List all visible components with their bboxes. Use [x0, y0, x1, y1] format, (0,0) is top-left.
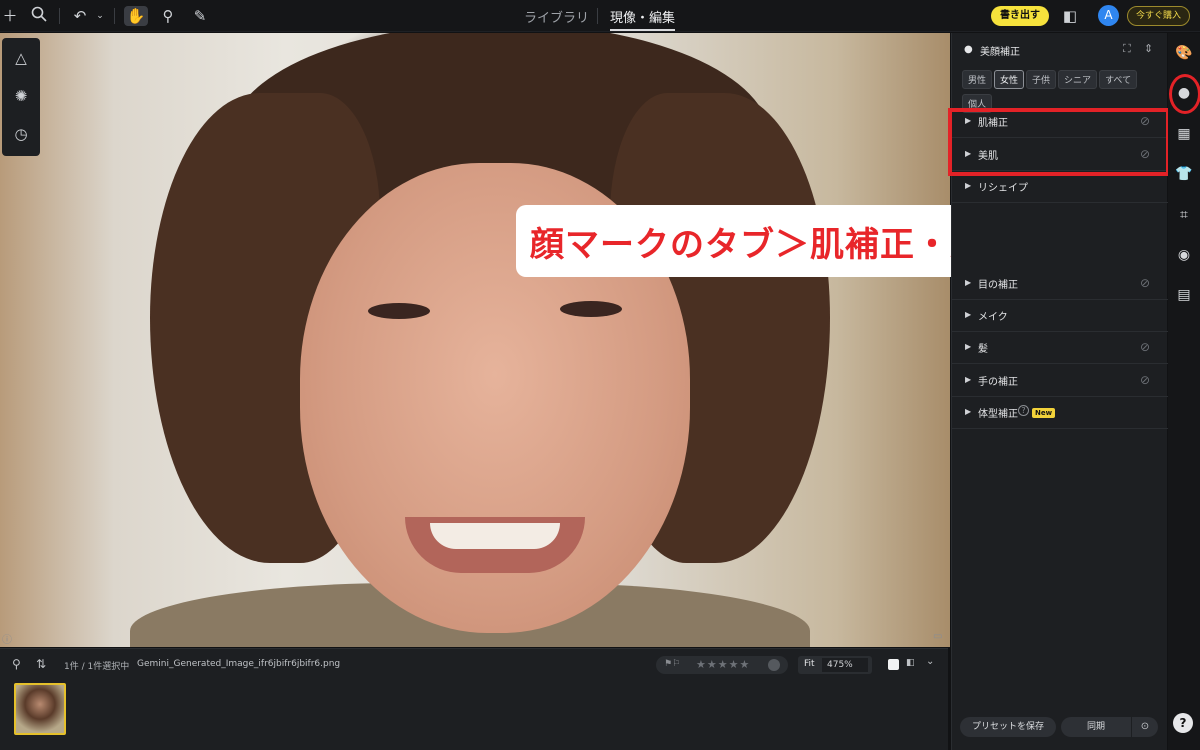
undo-icon[interactable]: ↶: [70, 6, 90, 26]
expand-arrow-icon: ▶: [965, 375, 972, 384]
expand-arrow-icon: ▶: [965, 181, 972, 190]
sync-button[interactable]: 同期: [1061, 717, 1131, 737]
toolbar-divider: [59, 8, 60, 24]
camera-icon[interactable]: ◉: [1174, 245, 1194, 265]
module-rail: 🎨 ● ▦ 👕 ⌗ ◉ ▤: [1168, 33, 1200, 750]
search-icon[interactable]: [29, 6, 49, 26]
chip-female[interactable]: 女性: [994, 70, 1025, 89]
expand-arrow-icon: ▶: [965, 407, 972, 416]
sync-options-icon[interactable]: ⊙: [1132, 717, 1158, 737]
chip-male[interactable]: 男性: [962, 70, 993, 89]
triangle-adjust-icon[interactable]: △: [11, 48, 31, 68]
section-label: 目の補正: [978, 280, 1018, 291]
section-makeup[interactable]: ▶ メイク: [952, 300, 1168, 332]
panel-footer: プリセットを保存 同期 ⊙: [952, 713, 1168, 750]
reset-icon[interactable]: ⊘: [1140, 276, 1150, 290]
highlight-box: [948, 108, 1170, 176]
chip-child[interactable]: 子供: [1026, 70, 1057, 89]
filter-icon[interactable]: ⚲: [12, 657, 21, 671]
chevron-down-icon[interactable]: ⌄: [926, 656, 934, 667]
section-label: 体型補正: [978, 409, 1018, 420]
section-label: リシェイプ: [978, 183, 1028, 194]
reject-icon[interactable]: [768, 659, 780, 671]
section-body-shape[interactable]: ▶ 体型補正 ? New: [952, 397, 1168, 429]
crop-icon[interactable]: ⌗: [1174, 205, 1194, 225]
filmstrip: ⚲ ⇅ 1件 / 1件選択中 Gemini_Generated_Image_if…: [0, 648, 948, 750]
callout-text: 顔マークのタブ＞肌補正・美肌: [530, 225, 1020, 265]
save-preset-button[interactable]: プリセットを保存: [960, 717, 1056, 737]
expand-arrow-icon: ▶: [965, 342, 972, 351]
toolbar-divider: [114, 8, 115, 24]
stamp-icon[interactable]: ⚲: [158, 6, 178, 26]
tab-library[interactable]: ライブラリ: [524, 7, 589, 26]
thumbnail[interactable]: [14, 683, 66, 735]
avatar[interactable]: A: [1098, 5, 1119, 26]
folder-icon[interactable]: ▤: [1174, 285, 1194, 305]
grid-icon[interactable]: ▦: [1174, 124, 1194, 144]
rating-bar: ⚑⚐ ★★★★★: [656, 656, 788, 674]
highlight-circle: [1169, 74, 1200, 114]
expand-arrow-icon: ▶: [965, 310, 972, 319]
sun-icon[interactable]: ✺: [11, 86, 31, 106]
buy-now-button[interactable]: 今すぐ購入: [1127, 6, 1190, 26]
export-button[interactable]: 書き出す: [991, 6, 1049, 26]
reset-icon[interactable]: ⊘: [1140, 340, 1150, 354]
photo-canvas[interactable]: [0, 33, 950, 647]
help-circle-icon[interactable]: ?: [1018, 405, 1029, 416]
tab-divider: [597, 8, 598, 24]
star-rating[interactable]: ★★★★★: [696, 658, 750, 671]
photo-teeth: [430, 523, 560, 549]
left-tool-column: △ ✺ ◷: [2, 38, 40, 156]
info-icon[interactable]: ⓘ: [2, 631, 12, 646]
chip-all[interactable]: すべて: [1099, 70, 1138, 89]
history-icon[interactable]: ◷: [11, 124, 31, 144]
face-icon: ●: [964, 44, 973, 55]
brush-icon[interactable]: ✎: [190, 6, 210, 26]
help-button[interactable]: ?: [1173, 713, 1193, 733]
reset-icon[interactable]: ⊘: [1140, 373, 1150, 387]
new-badge: New: [1032, 408, 1056, 418]
photo-eye: [560, 301, 622, 317]
zoom-select[interactable]: 475%: [822, 658, 868, 672]
top-bar: ＋ ↶ ⌄ ✋ ⚲ ✎ ライブラリ 現像・編集 書き出す ◧ A 今すぐ購入: [0, 0, 1200, 32]
chevron-down-icon[interactable]: ⌄: [90, 6, 110, 26]
file-name: Gemini_Generated_Image_ifr6jbifr6jbifr6.…: [137, 659, 341, 669]
photo-eye: [368, 303, 430, 319]
plus-icon[interactable]: ＋: [0, 6, 20, 26]
zoom-control: Fit 475%: [798, 656, 872, 674]
flag-icon[interactable]: ⚑⚐: [664, 659, 680, 669]
section-label: 髪: [978, 344, 988, 355]
hand-icon[interactable]: ✋: [124, 6, 148, 26]
section-hand-correction[interactable]: ▶ 手の補正 ⊘: [952, 365, 1168, 397]
zoom-fit-button[interactable]: Fit: [804, 659, 815, 669]
before-after-icon[interactable]: ◧: [906, 658, 915, 668]
sort-icon[interactable]: ⇅: [36, 657, 46, 671]
shirt-icon[interactable]: 👕: [1174, 164, 1194, 184]
palette-icon[interactable]: 🎨: [1174, 43, 1194, 63]
section-hair[interactable]: ▶ 髪 ⊘: [952, 332, 1168, 364]
selection-count: 1件 / 1件選択中: [64, 662, 130, 672]
expand-arrow-icon: ▶: [965, 278, 972, 287]
chip-senior[interactable]: シニア: [1058, 70, 1098, 89]
section-label: 手の補正: [978, 377, 1018, 388]
expand-icon[interactable]: ⛶: [1123, 42, 1131, 56]
book-icon[interactable]: ▭: [933, 631, 942, 642]
compare-icon[interactable]: ◧: [1060, 6, 1080, 26]
tab-develop-edit[interactable]: 現像・編集: [610, 7, 676, 31]
toggle-icon[interactable]: ⇕: [1144, 42, 1153, 55]
section-eye-correction[interactable]: ▶ 目の補正 ⊘: [952, 268, 1168, 300]
section-label: メイク: [978, 312, 1008, 323]
single-view-icon[interactable]: [888, 659, 899, 670]
panel-title: 美顔補正: [980, 47, 1020, 58]
